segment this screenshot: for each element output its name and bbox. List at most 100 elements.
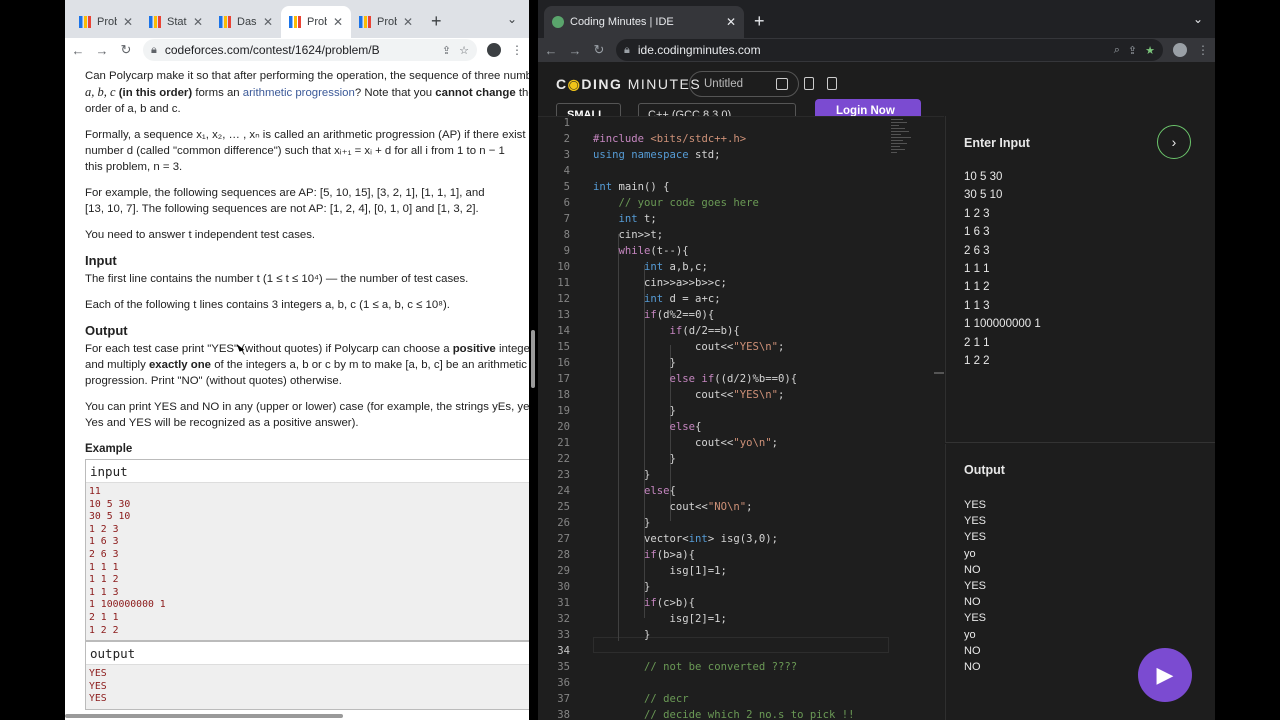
profile-avatar-icon[interactable] — [1173, 43, 1187, 57]
lock-icon[interactable]: 🔒︎ — [151, 44, 157, 57]
address-bar[interactable]: 🔒︎ codeforces.com/contest/1624/problem/B… — [143, 39, 477, 61]
logo-text: DING — [581, 76, 623, 92]
back-icon[interactable]: ← — [71, 43, 85, 58]
codeforces-favicon-icon — [359, 16, 371, 28]
statement-text: ? Note that you — [354, 87, 433, 99]
menu-dots-icon[interactable]: ⋮ — [1197, 43, 1209, 57]
back-icon[interactable]: ← — [544, 43, 558, 58]
save-icon[interactable] — [776, 78, 788, 90]
editor-scrollbar[interactable] — [934, 372, 944, 374]
statement-bold: cannot change — [435, 87, 516, 99]
left-tab-4-active[interactable]: Prob ✕ — [281, 6, 351, 38]
share-icon[interactable]: ⇪ — [442, 44, 451, 57]
line-number: 19 — [557, 405, 570, 417]
share-icon[interactable]: ⇪ — [1128, 44, 1137, 57]
left-tab-1[interactable]: Prob ✕ — [71, 6, 141, 38]
line-number: 9 — [563, 245, 570, 257]
close-icon[interactable]: ✕ — [193, 15, 203, 29]
line-number: 38 — [557, 709, 570, 720]
arithmetic-progression-link[interactable]: arithmetic progression — [243, 87, 355, 99]
chevron-down-icon[interactable]: ⌄ — [507, 12, 517, 26]
editor-minimap[interactable] — [891, 117, 921, 177]
line-number: 8 — [563, 229, 570, 241]
logo-text: C — [556, 76, 568, 92]
left-tab-2[interactable]: Statu ✕ — [141, 6, 211, 38]
line-number: 1 — [563, 117, 570, 129]
line-number: 3 — [563, 149, 570, 161]
output-spec-paragraph: For each test case print "YES" (without … — [85, 341, 529, 389]
new-file-icon[interactable] — [804, 77, 814, 90]
codeforces-favicon-icon — [149, 16, 161, 28]
statement-text: progression. Print "NO" (without quotes)… — [85, 375, 342, 387]
menu-dots-icon[interactable]: ⋮ — [511, 43, 523, 57]
reload-icon[interactable]: ↻ — [592, 42, 606, 58]
close-icon[interactable]: ✕ — [263, 15, 273, 29]
code-line-16: } — [593, 357, 676, 369]
coding-minutes-logo: C◉DING MINUTES — [556, 76, 701, 93]
line-number: 17 — [557, 373, 570, 385]
chevron-down-icon[interactable]: ⌄ — [1193, 12, 1203, 26]
ide-tab-active[interactable]: Coding Minutes | IDE ✕ — [544, 6, 744, 38]
bookmark-star-icon[interactable]: ★ — [1145, 44, 1155, 57]
statement-text: For each test case print "YES" (without … — [85, 343, 450, 355]
code-line-35: // not be converted ???? — [644, 661, 798, 673]
statement-text: [13, 10, 7]. The following sequences are… — [85, 203, 479, 215]
statement-text: order of a, b and c. — [85, 103, 181, 115]
lock-icon[interactable]: 🔒︎ — [624, 44, 630, 57]
line-number: 27 — [557, 533, 570, 545]
code-line-6: // your code goes here — [618, 197, 759, 209]
run-play-button[interactable]: ▶ — [1138, 648, 1192, 702]
zoom-icon[interactable]: ⌕ — [1114, 44, 1120, 57]
line-number: 33 — [557, 629, 570, 641]
reload-icon[interactable]: ↻ — [119, 42, 133, 58]
code-line-26: } — [593, 517, 651, 529]
left-tab-5[interactable]: Prob ✕ — [351, 6, 421, 38]
left-tab-3[interactable]: Dash ✕ — [211, 6, 281, 38]
forward-icon[interactable]: → — [95, 43, 109, 58]
input-spec-line-2: Each of the following t lines contains 3… — [85, 299, 450, 311]
close-icon[interactable]: ✕ — [123, 15, 133, 29]
address-bar[interactable]: 🔒︎ ide.codingminutes.com ⌕ ⇪ ★ — [616, 39, 1163, 61]
code-line-2: #include <bits/stdc++.h> — [593, 133, 747, 145]
code-line-10: int a,b,c; — [644, 261, 708, 273]
vertical-scrollbar[interactable] — [531, 330, 535, 388]
profile-avatar-icon[interactable] — [487, 43, 501, 57]
bookmark-star-icon[interactable]: ☆ — [459, 44, 469, 57]
statement-text: intege — [498, 343, 529, 355]
close-icon[interactable]: ✕ — [726, 15, 736, 29]
ide-browser-window: Coding Minutes | IDE ✕ + ⌄ ← → ↻ 🔒︎ ide.c… — [538, 0, 1215, 720]
logo-o-icon: ◉ — [567, 76, 582, 92]
right-tab-bar: Coding Minutes | IDE ✕ + ⌄ — [538, 0, 1215, 38]
code-line-13: if(d%2==0){ — [644, 309, 715, 321]
code-line-19: } — [593, 405, 676, 417]
copy-icon[interactable] — [827, 77, 837, 90]
statement-text: Formally, a sequence x₁, x₂, … , xₙ is c… — [85, 129, 526, 141]
example-heading: Example — [85, 443, 133, 455]
line-number: 37 — [557, 693, 570, 705]
code-line-28: if(b>a){ — [644, 549, 696, 561]
horizontal-scrollbar[interactable] — [65, 714, 343, 718]
forward-icon[interactable]: → — [568, 43, 582, 58]
line-number: 31 — [557, 597, 570, 609]
line-number: 29 — [557, 565, 570, 577]
codeforces-favicon-icon — [219, 16, 231, 28]
chevron-right-icon[interactable]: › — [1157, 125, 1191, 159]
url-text: codeforces.com/contest/1624/problem/B — [164, 43, 380, 57]
new-tab-icon[interactable]: + — [421, 11, 452, 38]
close-icon[interactable]: ✕ — [333, 15, 343, 29]
line-number: 5 — [563, 181, 570, 193]
close-icon[interactable]: ✕ — [403, 15, 413, 29]
line-number: 12 — [557, 293, 570, 305]
line-number: 14 — [557, 325, 570, 337]
code-line-22: } — [593, 453, 676, 465]
tab-title: Prob — [97, 16, 117, 28]
code-line-30: } — [593, 581, 651, 593]
code-line-32: isg[2]=1; — [593, 613, 727, 625]
file-name-field[interactable]: Untitled — [689, 71, 799, 97]
code-line-38: // decide which 2 no.s to pick !! — [644, 709, 855, 720]
stdin-textarea[interactable]: 10 5 30 30 5 10 1 2 3 1 6 3 2 6 3 1 1 1 … — [964, 168, 1041, 370]
statement-text: number d (called "common difference") su… — [85, 145, 505, 157]
statement-text: and multiply — [85, 359, 146, 371]
code-editor[interactable]: 1 2 3 4 5 6 7 8 9 10 11 12 13 14 15 16 17 18 19 20 21 22 23 24 2… — [538, 116, 944, 720]
new-tab-icon[interactable]: + — [744, 11, 775, 38]
